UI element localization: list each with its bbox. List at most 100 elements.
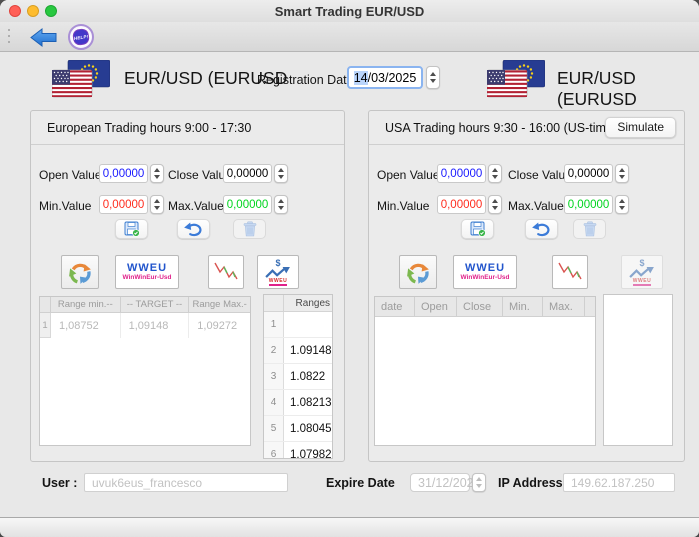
open-value-label: Open Value	[377, 168, 440, 182]
european-panel: European Trading hours 9:00 - 17:30 Open…	[30, 110, 345, 462]
open-value-stepper[interactable]	[150, 164, 164, 183]
title-bar: Smart Trading EUR/USD	[0, 0, 699, 22]
col-date: date	[375, 297, 415, 316]
max-value-stepper[interactable]	[615, 195, 629, 214]
ip-address-label: IP Address	[498, 476, 563, 490]
open-value-field[interactable]: 0,00000	[99, 164, 148, 183]
undo-button[interactable]	[525, 219, 558, 239]
min-value-field[interactable]: 0,00000	[99, 195, 148, 214]
back-arrow-icon	[30, 27, 58, 48]
app-window: Smart Trading EUR/USD HELP!	[0, 0, 699, 537]
back-button[interactable]	[30, 27, 58, 48]
recycle-icon	[67, 260, 94, 285]
user-label: User :	[42, 476, 77, 490]
col-ranges: Ranges	[284, 295, 332, 311]
ranges-row[interactable]: 2 1.09148	[264, 338, 332, 364]
max-value-stepper[interactable]	[274, 195, 288, 214]
date-day-selected: 14	[354, 71, 368, 85]
usa-ranges-box	[603, 294, 673, 446]
max-value-field[interactable]: 0,00000	[564, 195, 613, 214]
ranges-table: Ranges 1 2 1.09148 3 1.0822 4 1.08213	[263, 294, 333, 459]
recycle-icon	[405, 260, 432, 285]
help-button[interactable]: HELP!	[68, 24, 94, 50]
wweu-button[interactable]: WWEU WinWinEur-Usd	[453, 255, 517, 289]
european-panel-header: European Trading hours 9:00 - 17:30	[31, 111, 344, 145]
max-value-field[interactable]: 0,00000	[223, 195, 272, 214]
user-field: uvuk6eus_francesco	[84, 473, 288, 492]
delete-button	[233, 219, 266, 239]
close-value-field[interactable]: 0,00000	[223, 164, 272, 183]
open-value-field[interactable]: 0,00000	[437, 164, 486, 183]
col-min: Min.	[503, 297, 543, 316]
col-open: Open	[415, 297, 457, 316]
min-value-field[interactable]: 0,00000	[437, 195, 486, 214]
toolbar-drag-handle	[8, 29, 10, 31]
max-value-label: Max.Value	[508, 199, 564, 213]
registration-date-stepper[interactable]	[426, 66, 440, 89]
open-value-stepper[interactable]	[488, 164, 502, 183]
logo-underline	[633, 284, 651, 286]
save-button[interactable]	[461, 219, 494, 239]
table-header-row: Range min.-- -- TARGET -- Range Max.-	[40, 297, 250, 313]
max-value-label: Max.Value	[168, 199, 224, 213]
close-value-stepper[interactable]	[274, 164, 288, 183]
eurusd-flags-icon	[52, 60, 110, 98]
european-range-table: Range min.-- -- TARGET -- Range Max.- 1 …	[39, 296, 251, 446]
save-icon	[124, 221, 140, 237]
close-value-stepper[interactable]	[615, 164, 629, 183]
delete-button	[573, 219, 606, 239]
stepper-down-icon	[430, 79, 436, 83]
undo-icon	[184, 222, 203, 237]
trend-arrow-icon	[628, 267, 656, 278]
logo-underline	[269, 284, 287, 286]
save-button[interactable]	[115, 219, 148, 239]
min-value-label: Min.Value	[39, 199, 91, 213]
col-target: -- TARGET --	[121, 297, 190, 312]
ranges-row[interactable]: 4 1.08213	[264, 390, 332, 416]
expire-date-label: Expire Date	[326, 476, 395, 490]
table-row[interactable]: 1 1,08752 1,09148 1,09272	[40, 313, 250, 338]
price-chart-icon	[211, 259, 241, 285]
trash-icon	[243, 221, 257, 237]
col-max: Max.	[543, 297, 585, 316]
status-bar	[0, 517, 699, 537]
ranges-row[interactable]: 5 1.08045	[264, 416, 332, 442]
window-title: Smart Trading EUR/USD	[0, 0, 699, 22]
eurusd-flags-icon	[487, 60, 545, 98]
ranges-header-row: Ranges	[264, 295, 332, 312]
refresh-button[interactable]	[399, 255, 437, 289]
refresh-button[interactable]	[61, 255, 99, 289]
price-chart-icon	[555, 259, 585, 285]
undo-icon	[532, 222, 551, 237]
toolbar: HELP!	[0, 22, 699, 52]
registration-date-field[interactable]: 14/03/2025	[347, 66, 423, 89]
chart-button[interactable]	[552, 255, 588, 289]
col-range-max: Range Max.-	[189, 297, 250, 312]
usa-panel-header: USA Trading hours 9:30 - 16:00 (US-time)…	[369, 111, 684, 145]
simulate-button[interactable]: Simulate	[605, 117, 676, 138]
expire-date-stepper	[472, 473, 486, 492]
usa-panel: USA Trading hours 9:30 - 16:00 (US-time)…	[368, 110, 685, 462]
right-pair-title: EUR/USD (EURUSD	[557, 68, 699, 110]
min-value-label: Min.Value	[377, 199, 429, 213]
ranges-row[interactable]: 1	[264, 312, 332, 338]
undo-button[interactable]	[177, 219, 210, 239]
wweu-logo-button: $ WWEU	[621, 255, 663, 289]
registration-date-label: Registration Date	[257, 73, 354, 87]
min-value-stepper[interactable]	[150, 195, 164, 214]
stepper-up-icon	[430, 72, 436, 76]
wweu-button[interactable]: WWEU WinWinEur-Usd	[115, 255, 179, 289]
close-value-label: Close Value	[508, 168, 572, 182]
trend-arrow-icon	[264, 267, 292, 278]
help-icon: HELP!	[72, 28, 90, 46]
chart-button[interactable]	[208, 255, 244, 289]
close-value-field[interactable]: 0,00000	[564, 164, 613, 183]
ranges-row[interactable]: 6 1.07982	[264, 442, 332, 459]
usa-history-table: date Open Close Min. Max.	[374, 296, 596, 446]
trash-icon	[583, 221, 597, 237]
min-value-stepper[interactable]	[488, 195, 502, 214]
main-content: EUR/USD (EURUSD Registration Date 14/03/…	[0, 52, 699, 517]
wweu-logo-button[interactable]: $ WWEU	[257, 255, 299, 289]
ranges-row[interactable]: 3 1.0822	[264, 364, 332, 390]
ip-address-field: 149.62.187.250	[563, 473, 675, 492]
